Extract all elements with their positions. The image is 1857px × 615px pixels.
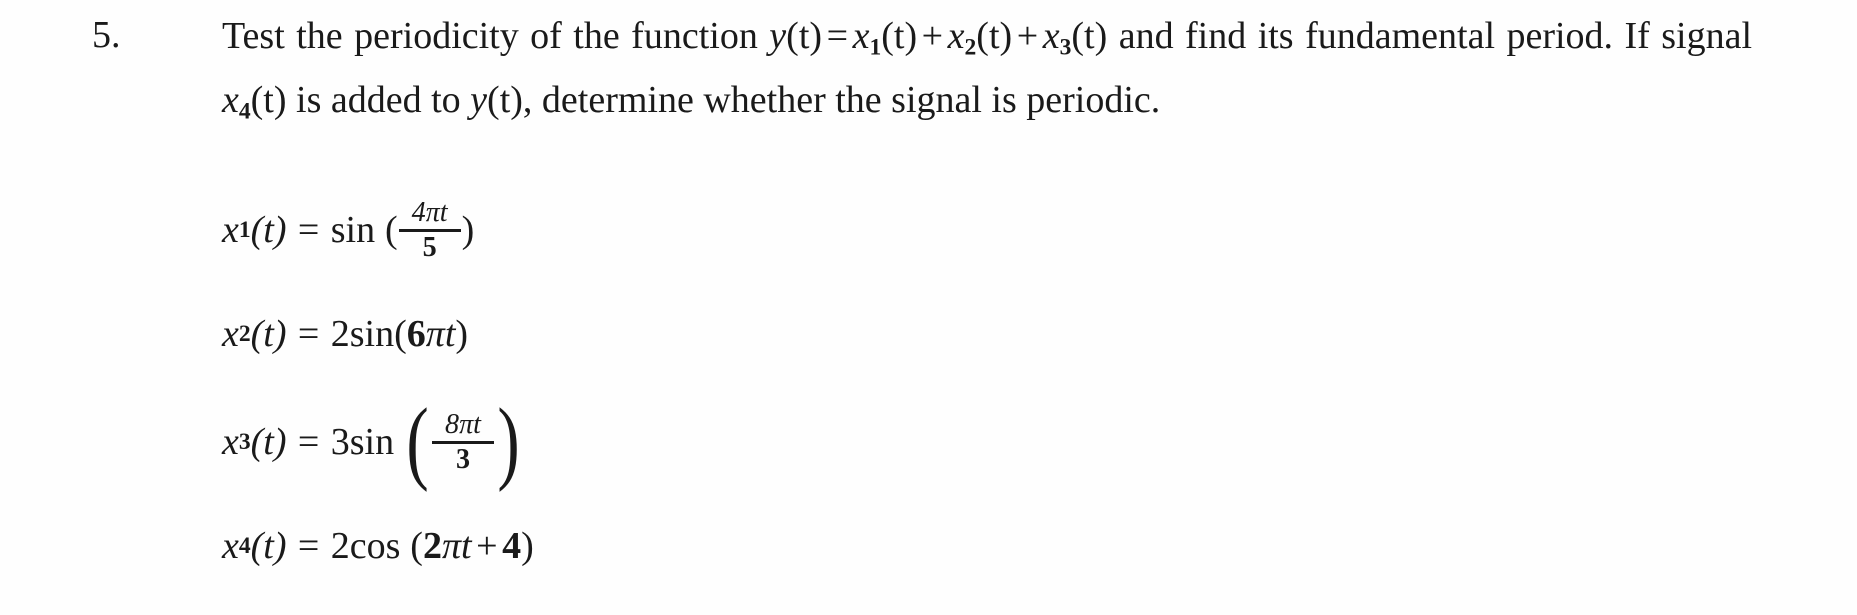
eq2-arg-coefficient: 6 bbox=[406, 313, 426, 355]
eq2-coefficient: 2 bbox=[330, 313, 350, 355]
equation-x1: x 1 (t) = sin ( 4πt 5 ) bbox=[222, 178, 1422, 282]
eq2-arg-pi: π bbox=[425, 313, 445, 355]
y-argument-2: (t) bbox=[487, 78, 523, 121]
y-argument: (t) bbox=[786, 15, 823, 57]
eq1-lhs-var: x bbox=[222, 209, 239, 251]
eq1-lhs-arg: (t) bbox=[250, 209, 287, 251]
eq4-open-paren: ( bbox=[410, 525, 423, 567]
x4-symbol: x bbox=[222, 78, 239, 121]
x2-subscript: 2 bbox=[964, 34, 977, 61]
eq3-open-paren: ( bbox=[406, 389, 429, 493]
eq3-numerator: 8πt bbox=[445, 408, 481, 440]
eq1-numerator: 4πt bbox=[411, 196, 448, 228]
eq4-lhs-arg: (t) bbox=[250, 525, 287, 567]
x1-symbol: x bbox=[852, 15, 870, 57]
eq1-denominator: 5 bbox=[422, 231, 437, 263]
eq4-arg-variable: t bbox=[460, 525, 472, 567]
eq3-equals: = bbox=[297, 421, 320, 463]
eq2-lhs-arg: (t) bbox=[250, 313, 287, 355]
eq3-fraction: 8πt 3 bbox=[432, 410, 494, 474]
equation-x3: x 3 (t) = 3 sin ( 8πt 3 ) bbox=[222, 386, 1422, 498]
eq4-arg-pi: π bbox=[441, 525, 461, 567]
eq4-equals: = bbox=[297, 525, 320, 567]
eq1-fraction: 4πt 5 bbox=[398, 196, 461, 263]
equation-x4: x 4 (t) = 2 cos ( 2πt + 4 ) bbox=[222, 498, 1422, 594]
eq1-close-paren: ) bbox=[461, 209, 475, 251]
eq3-close-paren: ) bbox=[497, 389, 520, 493]
inline-x4-reference: x4(t) bbox=[222, 78, 287, 125]
document-page: 5. Test the periodicity of the function … bbox=[0, 0, 1857, 615]
eq4-close-paren: ) bbox=[521, 525, 534, 567]
eq2-lhs-subscript: 2 bbox=[238, 320, 251, 347]
eq1-equals: = bbox=[297, 209, 320, 251]
eq2-function-sin: sin bbox=[349, 313, 395, 355]
plus-sign-1: + bbox=[921, 15, 944, 57]
eq3-coefficient: 3 bbox=[330, 421, 350, 463]
inline-y-reference: y(t) bbox=[470, 79, 523, 121]
eq3-lhs-var: x bbox=[222, 421, 239, 463]
eq2-equals: = bbox=[297, 313, 320, 355]
plus-sign-2: + bbox=[1016, 15, 1039, 57]
statement-segment-6: periodic. bbox=[1026, 78, 1161, 121]
statement-segment-2: and find its bbox=[1118, 15, 1294, 57]
eq4-coefficient: 2 bbox=[330, 525, 350, 567]
x4-argument: (t) bbox=[250, 78, 287, 121]
equals-sign: = bbox=[826, 15, 849, 57]
eq4-arg-constant: 4 bbox=[502, 525, 522, 567]
inline-equation-y: y(t) = x1(t) + x2(t) + x3(t) bbox=[769, 15, 1108, 61]
x2-argument: (t) bbox=[976, 15, 1013, 57]
x2-symbol: x bbox=[947, 15, 965, 57]
statement-segment-1: Test the periodicity of the function bbox=[222, 15, 758, 57]
y-symbol-2: y bbox=[470, 78, 488, 121]
eq3-function-sin: sin bbox=[349, 421, 395, 463]
eq1-open-paren: ( bbox=[384, 209, 398, 251]
eq3-lhs-subscript: 3 bbox=[238, 428, 251, 455]
eq4-arg-coefficient: 2 bbox=[422, 525, 442, 567]
y-symbol: y bbox=[769, 15, 787, 57]
x3-argument: (t) bbox=[1071, 15, 1108, 57]
question-body: Test the periodicity of the function y(t… bbox=[222, 10, 1752, 137]
eq2-arg-variable: t bbox=[444, 313, 456, 355]
eq4-lhs-subscript: 4 bbox=[238, 532, 251, 559]
eq1-lhs-subscript: 1 bbox=[238, 216, 251, 243]
eq1-function-sin: sin bbox=[330, 209, 376, 251]
statement-segment-3: fundamental period. If signal bbox=[1305, 15, 1753, 57]
eq2-lhs-var: x bbox=[222, 313, 239, 355]
equation-x2: x 2 (t) = 2 sin ( 6πt ) bbox=[222, 282, 1422, 386]
x3-symbol: x bbox=[1042, 15, 1060, 57]
statement-segment-5: , determine whether the signal is bbox=[522, 78, 1017, 121]
x1-subscript: 1 bbox=[869, 34, 882, 61]
x1-argument: (t) bbox=[881, 15, 918, 57]
eq2-open-paren: ( bbox=[394, 313, 407, 355]
eq4-lhs-var: x bbox=[222, 525, 239, 567]
statement-segment-4: is added to bbox=[296, 78, 461, 121]
equation-list: x 1 (t) = sin ( 4πt 5 ) x 2 (t) = 2 sin ( 6π… bbox=[222, 178, 1422, 594]
question-statement: Test the periodicity of the function y(t… bbox=[222, 10, 1752, 137]
eq3-denominator: 3 bbox=[455, 443, 471, 475]
eq2-close-paren: ) bbox=[455, 313, 469, 355]
x4-subscript: 4 bbox=[238, 98, 251, 125]
x3-subscript: 3 bbox=[1059, 34, 1072, 61]
question-number: 5. bbox=[92, 14, 121, 56]
eq3-lhs-arg: (t) bbox=[250, 421, 287, 463]
eq4-function-cos: cos bbox=[349, 525, 401, 567]
eq4-arg-plus: + bbox=[476, 525, 498, 567]
